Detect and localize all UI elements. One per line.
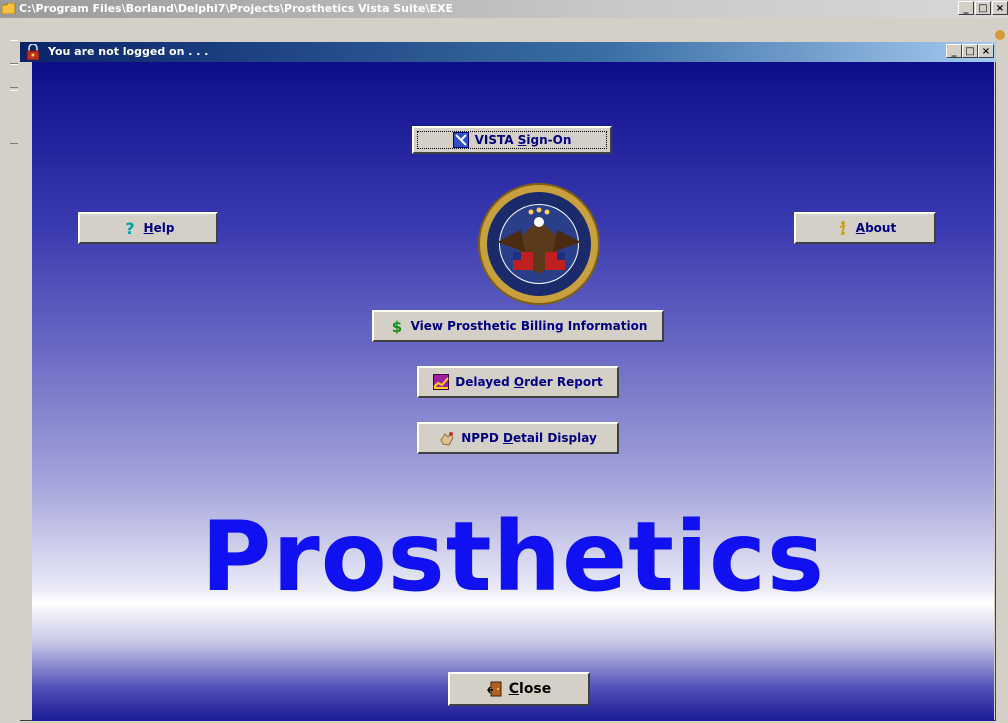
view-billing-button[interactable]: $ View Prosthetic Billing Information	[372, 310, 664, 342]
delayed-order-label: Delayed Order Report	[455, 375, 602, 389]
question-icon: ?	[122, 220, 138, 236]
nppd-label: NPPD Detail Display	[461, 431, 597, 445]
delayed-label-pre: Delayed	[455, 375, 514, 389]
delayed-label-post: rder Report	[524, 375, 603, 389]
view-billing-label: View Prosthetic Billing Information	[410, 319, 648, 333]
nppd-label-accel: D	[502, 431, 513, 445]
delayed-label-accel: O	[513, 375, 525, 389]
minimize-button[interactable]: _	[958, 1, 974, 15]
help-label-accel: H	[143, 221, 154, 235]
about-label-post: bout	[865, 221, 897, 235]
help-label-post: elp	[153, 221, 175, 235]
app-window-controls: _ □ ×	[958, 1, 1008, 17]
folder-icon	[2, 3, 16, 14]
lock-icon	[26, 44, 40, 60]
help-button[interactable]: ? Help	[78, 212, 218, 244]
report-chart-icon	[433, 374, 450, 390]
nppd-detail-display-button[interactable]: NPPD Detail Display	[417, 422, 619, 454]
help-label: Help	[144, 221, 175, 235]
svg-text:$: $	[391, 318, 401, 334]
close-window-button[interactable]: ×	[992, 1, 1008, 15]
close-window-button[interactable]: ×	[978, 44, 994, 58]
login-window-controls: _ □ ×	[946, 44, 994, 58]
maximize-button[interactable]: □	[962, 44, 978, 58]
background-icon	[995, 30, 1005, 40]
close-label-accel: C	[508, 681, 520, 697]
about-label-accel: A	[855, 221, 866, 235]
close-label: Close	[509, 681, 552, 697]
info-icon	[834, 220, 850, 236]
door-exit-icon	[486, 681, 503, 697]
login-window: You are not logged on . . . _ □ × VISTA …	[18, 40, 998, 723]
vista-signon-label: VISTA Sign-On	[475, 133, 572, 147]
svg-text:?: ?	[125, 220, 134, 236]
delayed-order-report-button[interactable]: Delayed Order Report	[417, 366, 619, 398]
signon-label-post: ign-On	[526, 133, 572, 147]
dollar-icon: $	[389, 318, 405, 334]
nppd-label-pre: NPPD	[461, 431, 503, 445]
login-window-titlebar: You are not logged on . . . _ □ ×	[20, 42, 996, 62]
minimize-button[interactable]: _	[946, 44, 962, 58]
app-title: C:\Program Files\Borland\Delphi7\Project…	[19, 2, 454, 15]
nppd-label-post: etail Display	[512, 431, 597, 445]
close-button[interactable]: Close	[448, 672, 590, 706]
signon-label-accel: S	[517, 133, 527, 147]
signon-label-pre: VISTA	[474, 133, 518, 147]
hand-icon	[439, 430, 455, 446]
prosthetics-banner: Prosthetics	[201, 501, 825, 613]
maximize-button[interactable]: □	[975, 1, 991, 15]
login-client-area: VISTA Sign-On ? Help About $ View Prosth…	[32, 62, 994, 721]
close-label-post: lose	[519, 681, 552, 697]
signon-icon	[452, 132, 469, 148]
vista-signon-button[interactable]: VISTA Sign-On	[412, 126, 612, 154]
app-titlebar: C:\Program Files\Borland\Delphi7\Project…	[0, 0, 1008, 18]
about-label: About	[856, 221, 896, 235]
va-seal-emblem	[478, 183, 600, 305]
login-window-title: You are not logged on . . .	[48, 45, 209, 58]
about-button[interactable]: About	[794, 212, 936, 244]
